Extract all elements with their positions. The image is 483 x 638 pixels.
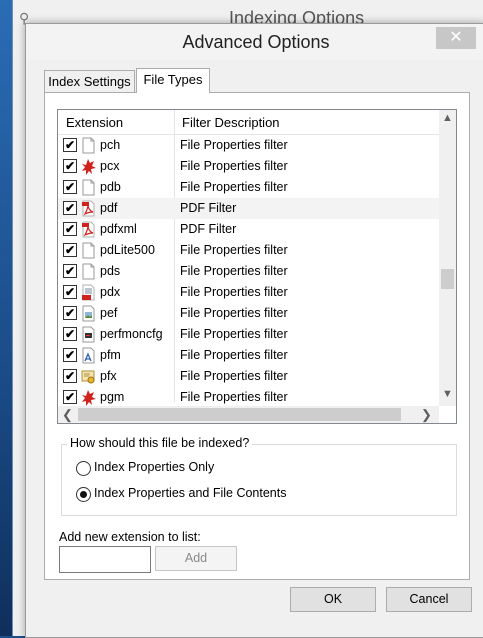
row-checkbox[interactable]: ✔ — [63, 180, 77, 194]
scroll-right-arrow-icon[interactable]: ❯ — [421, 407, 432, 423]
tab-file-types[interactable]: File Types — [136, 68, 210, 93]
pdf-file-icon — [81, 200, 96, 217]
add-extension-label: Add new extension to list: — [59, 530, 201, 544]
row-checkbox[interactable]: ✔ — [63, 285, 77, 299]
row-checkbox[interactable]: ✔ — [63, 222, 77, 236]
horizontal-scroll-thumb[interactable] — [78, 408, 401, 421]
row-filter-description: File Properties filter — [180, 390, 288, 404]
row-checkbox[interactable]: ✔ — [63, 348, 77, 362]
row-extension: pfm — [100, 348, 121, 362]
row-filter-description: PDF Filter — [180, 201, 237, 215]
row-filter-description: File Properties filter — [180, 180, 288, 194]
list-item[interactable]: ✔ pdfxml PDF Filter — [58, 219, 439, 240]
horizontal-scrollbar[interactable]: ❮ ❯ — [58, 406, 439, 423]
row-extension: pcx — [100, 159, 120, 173]
list-item[interactable]: ✔ pdf PDF Filter — [58, 198, 439, 219]
row-filter-description: File Properties filter — [180, 306, 288, 320]
row-checkbox[interactable]: ✔ — [63, 243, 77, 257]
list-item[interactable]: ✔ pcx File Properties filter — [58, 156, 439, 177]
dialog-title: Advanced Options — [182, 32, 330, 52]
list-item[interactable]: ✔ pfm File Properties filter — [58, 345, 439, 366]
row-filter-description: File Properties filter — [180, 327, 288, 341]
column-header-filter-description[interactable]: Filter Description — [182, 115, 280, 130]
radio-index-properties-only[interactable] — [76, 461, 91, 476]
row-checkbox[interactable]: ✔ — [63, 306, 77, 320]
blank-file-icon — [81, 242, 96, 259]
row-checkbox[interactable]: ✔ — [63, 264, 77, 278]
pdf-index-file-icon — [81, 284, 96, 301]
row-filter-description: PDF Filter — [180, 222, 237, 236]
row-extension: pds — [100, 264, 121, 278]
column-header-extension[interactable]: Extension — [66, 115, 123, 130]
row-filter-description: File Properties filter — [180, 369, 288, 383]
list-item[interactable]: ✔ pdb File Properties filter — [58, 177, 439, 198]
add-extension-button[interactable]: Add — [155, 546, 237, 571]
index-method-legend: How should this file be indexed? — [67, 436, 253, 450]
radio-index-properties-and-contents[interactable] — [76, 487, 91, 502]
row-extension: pch — [100, 138, 121, 152]
vertical-scroll-thumb[interactable] — [441, 269, 454, 289]
row-checkbox[interactable]: ✔ — [63, 138, 77, 152]
paint-splash-icon — [81, 158, 96, 175]
row-checkbox[interactable]: ✔ — [63, 201, 77, 215]
blank-file-icon — [81, 179, 96, 196]
row-filter-description: File Properties filter — [180, 285, 288, 299]
list-item[interactable]: ✔ pds File Properties filter — [58, 261, 439, 282]
row-checkbox[interactable]: ✔ — [63, 159, 77, 173]
font-file-icon — [81, 347, 96, 364]
row-checkbox[interactable]: ✔ — [63, 327, 77, 341]
vertical-scrollbar[interactable]: ▲ ▼ — [439, 110, 456, 406]
list-item[interactable]: ✔ pdx File Properties filter — [58, 282, 439, 303]
list-item[interactable]: ✔ pdLite500 File Properties filter — [58, 240, 439, 261]
ok-button[interactable]: OK — [290, 587, 376, 612]
tab-index-settings[interactable]: Index Settings — [44, 70, 135, 94]
row-extension: pdf — [100, 201, 118, 215]
radio-selected-dot — [80, 491, 87, 498]
blank-file-icon — [81, 263, 96, 280]
image-file-icon — [81, 305, 96, 322]
row-extension: pdLite500 — [100, 243, 155, 257]
row-filter-description: File Properties filter — [180, 348, 288, 362]
row-filter-description: File Properties filter — [180, 264, 288, 278]
row-filter-description: File Properties filter — [180, 159, 288, 173]
row-extension: pfx — [100, 369, 117, 383]
blank-file-icon — [81, 137, 96, 154]
scroll-down-arrow-icon[interactable]: ▼ — [439, 388, 456, 400]
advanced-options-dialog: Advanced Options ✕ Index Settings File T… — [25, 23, 483, 638]
certificate-file-icon — [81, 368, 96, 385]
row-extension: pef — [100, 306, 118, 320]
radio-label-index-properties-and-contents[interactable]: Index Properties and File Contents — [94, 486, 286, 500]
row-checkbox[interactable]: ✔ — [63, 390, 77, 404]
row-filter-description: File Properties filter — [180, 243, 288, 257]
list-item[interactable]: ✔ pgm File Properties filter — [58, 387, 439, 408]
file-types-panel: Extension Filter Description ✔ pch File Pr… — [44, 92, 470, 580]
add-extension-input[interactable] — [59, 546, 151, 573]
title-bar: Advanced Options ✕ — [26, 24, 483, 60]
list-item[interactable]: ✔ pef File Properties filter — [58, 303, 439, 324]
search-magnifier-icon: ⚲ — [19, 10, 30, 26]
list-item[interactable]: ✔ pfx File Properties filter — [58, 366, 439, 387]
close-icon: ✕ — [449, 29, 463, 46]
scroll-up-arrow-icon[interactable]: ▲ — [439, 112, 456, 124]
list-header: Extension Filter Description — [58, 110, 439, 135]
list-item[interactable]: ✔ perfmoncfg File Properties filter — [58, 324, 439, 345]
scroll-left-arrow-icon[interactable]: ❮ — [62, 407, 73, 423]
perfmon-file-icon — [81, 326, 96, 343]
radio-label-index-properties-only[interactable]: Index Properties Only — [94, 460, 214, 474]
row-filter-description: File Properties filter — [180, 138, 288, 152]
close-button[interactable]: ✕ — [436, 27, 476, 49]
row-checkbox[interactable]: ✔ — [63, 369, 77, 383]
row-extension: pgm — [100, 390, 125, 404]
index-method-group: How should this file be indexed? Index P… — [61, 436, 457, 516]
paint-splash-icon — [81, 389, 96, 406]
list-item[interactable]: ✔ pch File Properties filter — [58, 135, 439, 156]
cancel-button[interactable]: Cancel — [386, 587, 472, 612]
pdf-file-icon — [81, 221, 96, 238]
file-type-list[interactable]: Extension Filter Description ✔ pch File Pr… — [57, 109, 457, 424]
row-extension: pdfxml — [100, 222, 137, 236]
row-extension: pdb — [100, 180, 121, 194]
row-extension: perfmoncfg — [100, 327, 163, 341]
row-extension: pdx — [100, 285, 121, 299]
